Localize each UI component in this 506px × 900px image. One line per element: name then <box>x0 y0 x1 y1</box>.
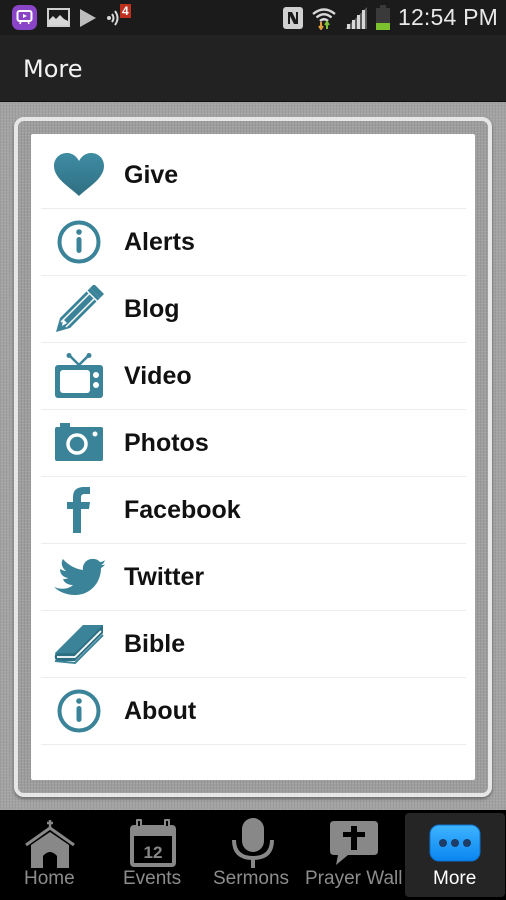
menu-list: Give Alerts Blog Video Photos Facebook T… <box>41 142 466 745</box>
menu-item-give[interactable]: Give <box>41 142 466 209</box>
tab-label: Sermons <box>213 868 290 889</box>
menu-item-label: About <box>124 696 197 725</box>
menu-card: Give Alerts Blog Video Photos Facebook T… <box>31 134 475 780</box>
clock: 12:54 PM <box>397 4 498 30</box>
notification-count-badge: 4 <box>120 3 131 18</box>
menu-item-label: Bible <box>124 629 186 658</box>
tab-label: Home <box>24 868 75 889</box>
menu-item-label: Give <box>124 160 179 189</box>
status-bar-system: 12:54 PM <box>282 2 498 33</box>
content-area: Give Alerts Blog Video Photos Facebook T… <box>0 102 506 810</box>
tab-label: Events <box>123 868 182 889</box>
book-icon <box>53 620 105 668</box>
twitter-icon <box>53 553 105 601</box>
calendar-icon: 12 <box>126 816 180 870</box>
menu-item-label: Twitter <box>124 562 205 591</box>
menu-item-bible[interactable]: Bible <box>41 611 466 678</box>
pencil-icon <box>53 285 105 333</box>
nfc-signal-icon: 4 <box>106 3 134 29</box>
menu-item-video[interactable]: Video <box>41 343 466 410</box>
status-bar: 4 12:54 PM <box>0 0 506 35</box>
microphone-icon <box>226 816 280 870</box>
tab-prayer-wall[interactable]: Prayer Wall <box>303 810 404 900</box>
tab-more[interactable]: More <box>405 813 505 897</box>
menu-item-label: Alerts <box>124 227 195 256</box>
action-bar: More <box>0 35 506 102</box>
more-dots-icon <box>428 816 482 870</box>
wifi-icon <box>312 7 336 30</box>
app-notification-icon <box>12 5 37 30</box>
info-icon <box>53 218 105 266</box>
church-icon <box>23 816 77 870</box>
heart-icon <box>53 151 105 199</box>
calendar-day: 12 <box>144 843 163 862</box>
tab-sermons[interactable]: Sermons <box>202 810 303 900</box>
menu-item-label: Video <box>124 361 192 390</box>
tab-home[interactable]: Home <box>0 810 101 900</box>
status-bar-notifications: 4 <box>12 3 134 30</box>
cell-signal-icon <box>344 6 367 29</box>
menu-item-blog[interactable]: Blog <box>41 276 466 343</box>
menu-item-twitter[interactable]: Twitter <box>41 544 466 611</box>
tab-label: More <box>433 868 477 889</box>
menu-item-about[interactable]: About <box>41 678 466 745</box>
camera-icon <box>53 419 105 467</box>
tab-label: Prayer Wall <box>305 868 403 889</box>
menu-item-photos[interactable]: Photos <box>41 410 466 477</box>
play-store-icon <box>80 8 96 27</box>
menu-card-frame: Give Alerts Blog Video Photos Facebook T… <box>14 117 492 797</box>
bottom-tab-bar: Home 12 Events Sermons Prayer Wall More <box>0 810 506 900</box>
battery-icon <box>375 4 390 30</box>
info-icon <box>53 687 105 735</box>
menu-item-facebook[interactable]: Facebook <box>41 477 466 544</box>
menu-item-label: Blog <box>124 294 180 323</box>
prayer-bubble-icon <box>327 816 381 870</box>
menu-item-label: Photos <box>124 428 209 457</box>
facebook-icon <box>53 486 105 534</box>
nfc-icon <box>282 6 303 29</box>
gallery-icon <box>47 8 70 27</box>
tab-events[interactable]: 12 Events <box>101 810 202 900</box>
menu-item-label: Facebook <box>124 495 241 524</box>
page-title: More <box>23 55 83 83</box>
menu-item-alerts[interactable]: Alerts <box>41 209 466 276</box>
tv-icon <box>53 352 105 400</box>
